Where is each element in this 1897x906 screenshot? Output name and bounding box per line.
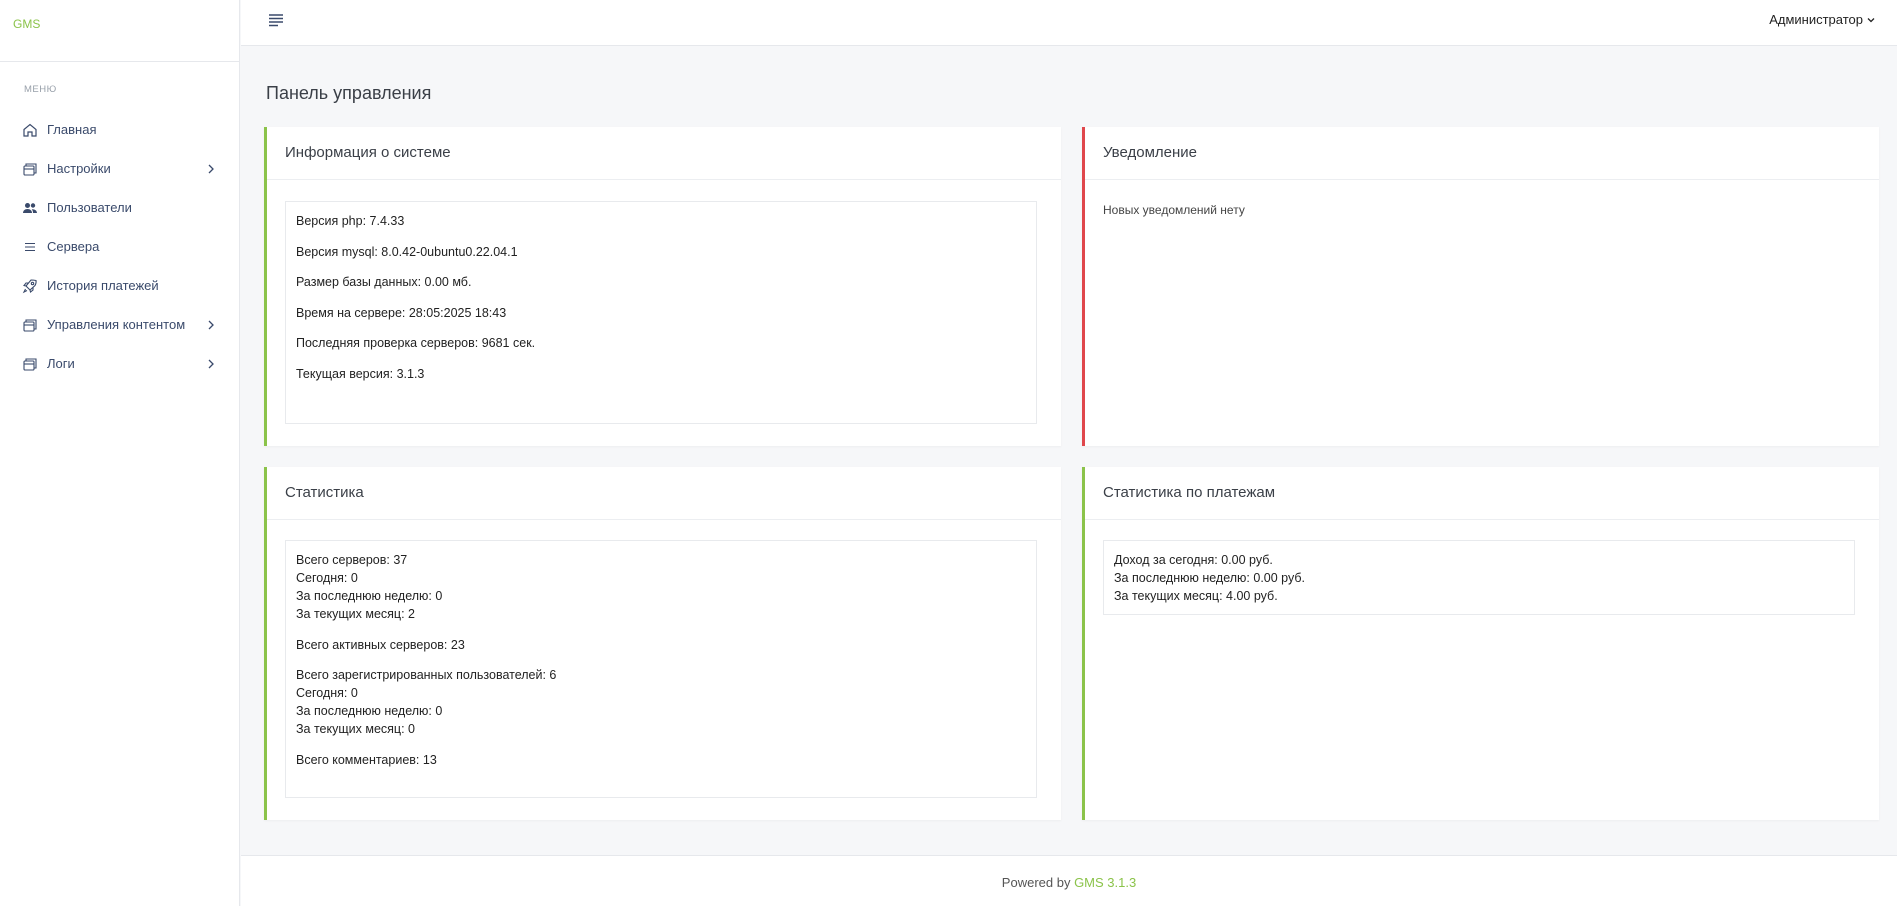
php-version: Версия php: 7.4.33 bbox=[296, 214, 405, 228]
sidebar-item-label: Главная bbox=[47, 122, 97, 137]
page-title: Панель управления bbox=[266, 83, 432, 103]
current-version: Текущая версия: 3.1.3 bbox=[296, 366, 425, 381]
notification-card: Уведомление Новых уведомлений нету bbox=[1082, 127, 1879, 446]
users-month: За текущих месяц: 0 bbox=[296, 722, 415, 736]
chevron-down-icon bbox=[1867, 17, 1875, 22]
user-menu-dropdown[interactable]: Администратор bbox=[1769, 12, 1875, 27]
statistics-box: Всего серверов: 37 Сегодня: 0 За последн… bbox=[285, 540, 1037, 798]
sidebar: GMS МЕНЮ Главная Настройки Пользователи … bbox=[0, 0, 240, 906]
footer: Powered by GMS 3.1.3 bbox=[241, 855, 1897, 906]
chevron-right-icon bbox=[208, 359, 214, 368]
layers-icon bbox=[21, 355, 38, 372]
topbar: Администратор bbox=[241, 0, 1897, 46]
income-month: За текущих месяц: 4.00 руб. bbox=[1114, 589, 1278, 603]
sidebar-item-label: Сервера bbox=[47, 239, 100, 254]
card-title: Статистика по платежам bbox=[1085, 467, 1879, 520]
card-title: Статистика bbox=[267, 467, 1061, 520]
sidebar-item-label: Настройки bbox=[47, 161, 111, 176]
payment-statistics-card: Статистика по платежам Доход за сегодня:… bbox=[1082, 467, 1879, 820]
server-time: Время на сервере: 28:05:2025 18:43 bbox=[296, 305, 507, 320]
sidebar-item-logs[interactable]: Логи bbox=[0, 344, 239, 383]
card-title: Информация о системе bbox=[267, 127, 1061, 180]
comments-total: Всего комментариев: 13 bbox=[296, 752, 437, 767]
brand-logo[interactable]: GMS bbox=[0, 0, 239, 62]
income-week: За последнюю неделю: 0.00 руб. bbox=[1114, 571, 1305, 585]
rocket-icon bbox=[21, 277, 38, 294]
statistics-card: Статистика Всего серверов: 37 Сегодня: 0… bbox=[264, 467, 1061, 820]
notification-text: Новых уведомлений нету bbox=[1103, 203, 1245, 217]
sidebar-item-label: Пользователи bbox=[47, 200, 132, 215]
users-week: За последнюю неделю: 0 bbox=[296, 704, 443, 718]
sidebar-item-label: История платежей bbox=[47, 278, 159, 293]
sidebar-item-servers[interactable]: Сервера bbox=[0, 227, 239, 266]
sidebar-item-content-management[interactable]: Управления контентом bbox=[0, 305, 239, 344]
home-icon bbox=[21, 121, 38, 138]
users-icon bbox=[21, 199, 38, 216]
sidebar-item-settings[interactable]: Настройки bbox=[0, 149, 239, 188]
servers-month: За текущих месяц: 2 bbox=[296, 607, 415, 621]
system-info-box: Версия php: 7.4.33 Версия mysql: 8.0.42-… bbox=[285, 201, 1037, 424]
chevron-right-icon bbox=[208, 164, 214, 173]
footer-version-link[interactable]: GMS 3.1.3 bbox=[1074, 875, 1136, 890]
users-today: Сегодня: 0 bbox=[296, 686, 358, 700]
mysql-version: Версия mysql: 8.0.42-0ubuntu0.22.04.1 bbox=[296, 244, 518, 259]
system-info-card: Информация о системе Версия php: 7.4.33 … bbox=[264, 127, 1061, 446]
layers-icon bbox=[21, 160, 38, 177]
layers-icon bbox=[21, 316, 38, 333]
sidebar-item-home[interactable]: Главная bbox=[0, 110, 239, 149]
chevron-right-icon bbox=[208, 320, 214, 329]
sidebar-item-payment-history[interactable]: История платежей bbox=[0, 266, 239, 305]
menu-caption: МЕНЮ bbox=[24, 84, 57, 95]
active-servers: Всего активных серверов: 23 bbox=[296, 637, 465, 652]
card-title: Уведомление bbox=[1085, 127, 1879, 180]
sidebar-item-label: Логи bbox=[47, 356, 75, 371]
sidebar-item-users[interactable]: Пользователи bbox=[0, 188, 239, 227]
footer-prefix: Powered by bbox=[1001, 875, 1075, 890]
list-icon bbox=[21, 238, 38, 255]
servers-total: Всего серверов: 37 bbox=[296, 553, 408, 567]
income-today: Доход за сегодня: 0.00 руб. bbox=[1114, 553, 1273, 567]
servers-today: Сегодня: 0 bbox=[296, 571, 358, 585]
hamburger-menu-icon[interactable] bbox=[268, 13, 284, 27]
servers-week: За последнюю неделю: 0 bbox=[296, 589, 443, 603]
sidebar-item-label: Управления контентом bbox=[47, 317, 186, 332]
users-total: Всего зарегистрированных пользователей: … bbox=[296, 668, 557, 682]
db-size: Размер базы данных: 0.00 мб. bbox=[296, 275, 472, 289]
payment-statistics-box: Доход за сегодня: 0.00 руб. За последнюю… bbox=[1103, 540, 1855, 615]
last-server-check: Последняя проверка серверов: 9681 сек. bbox=[296, 336, 536, 350]
user-name: Администратор bbox=[1769, 12, 1863, 27]
